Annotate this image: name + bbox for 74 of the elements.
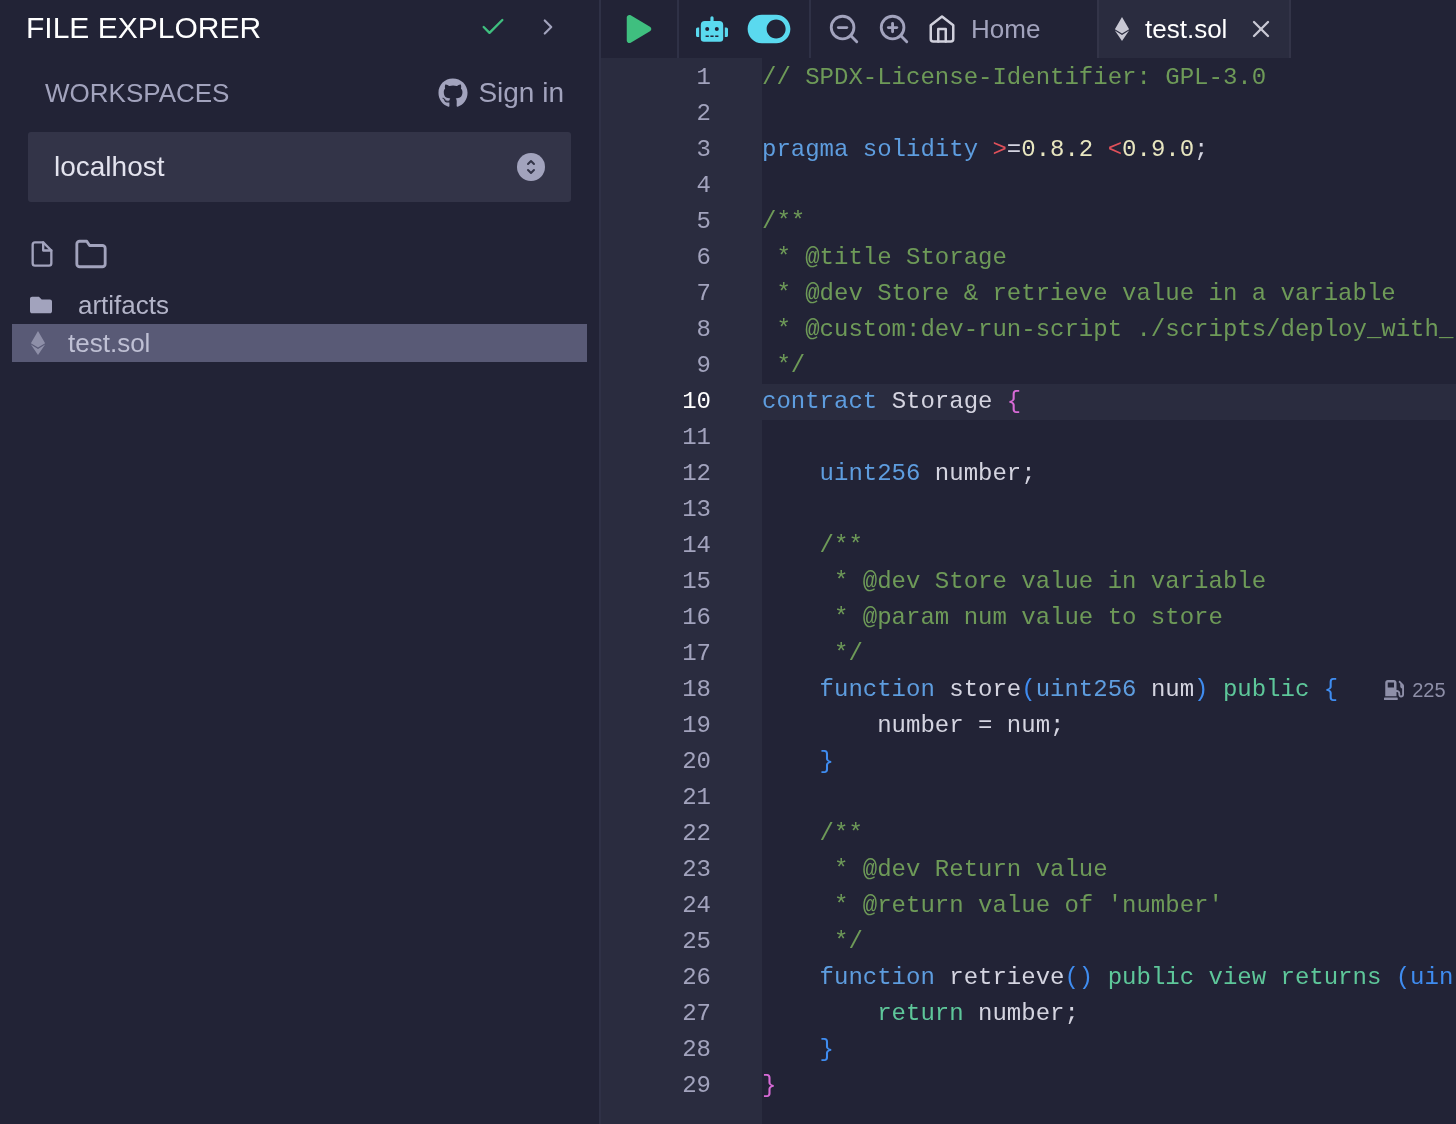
code-line: * @dev Store value in variable — [833, 567, 1267, 597]
gas-estimate: 225 — [1412, 678, 1446, 703]
sign-in-button[interactable]: Sign in — [436, 72, 564, 114]
code-line: } — [818, 1035, 834, 1065]
zoom-in-icon[interactable] — [877, 12, 911, 46]
line-number: 18 — [682, 675, 711, 705]
file-tree-item[interactable]: artifacts — [12, 286, 587, 324]
line-number: 1 — [696, 63, 711, 93]
zoom-out-icon[interactable] — [827, 12, 861, 46]
select-icon — [517, 153, 545, 181]
code-editor[interactable] — [601, 58, 1456, 1124]
line-number: 20 — [682, 747, 711, 777]
line-number: 11 — [682, 423, 711, 453]
code-line: */ — [833, 639, 863, 669]
line-number: 22 — [682, 819, 711, 849]
code-line: * @title Storage — [775, 243, 1007, 273]
file-icon — [1113, 17, 1131, 41]
workspace-select[interactable]: localhost — [28, 132, 571, 202]
line-number: 29 — [682, 1071, 711, 1101]
line-number: 23 — [682, 855, 711, 885]
line-number: 27 — [682, 999, 711, 1029]
code-line: pragma solidity >=0.8.2 <0.9.0; — [762, 135, 1209, 165]
line-number: 28 — [682, 1035, 711, 1065]
code-line: * @param num value to store — [833, 603, 1223, 633]
code-line: function retrieve() public view returns (uin — [818, 963, 1454, 993]
code-line: * @custom:dev-run-script ./scripts/deploy_with_ — [775, 315, 1454, 345]
editor-tab[interactable]: Home — [923, 0, 1097, 58]
code-line: */ — [775, 351, 806, 381]
line-number: 10 — [682, 387, 711, 417]
line-number: 6 — [696, 243, 711, 273]
file-icon — [28, 331, 48, 355]
code-line: * @dev Store & retrieve value in a variable — [775, 279, 1396, 309]
code-line: contract Storage { — [762, 387, 1022, 417]
line-number: 14 — [682, 531, 711, 561]
code-line: * @return value of 'number' — [833, 891, 1223, 921]
line-number: 3 — [696, 135, 711, 165]
line-number: 12 — [682, 459, 711, 489]
line-number: 5 — [696, 207, 711, 237]
folder-icon — [28, 294, 54, 316]
code-line: */ — [833, 927, 863, 957]
editor-tab[interactable]: test.sol — [1097, 0, 1291, 58]
line-number: 16 — [682, 603, 711, 633]
file-tree-item[interactable]: test.sol — [12, 324, 587, 362]
line-number: 2 — [696, 99, 711, 129]
line-number: 13 — [682, 495, 711, 525]
line-number: 24 — [682, 891, 711, 921]
line-number: 4 — [696, 171, 711, 201]
code-line: return number; — [876, 999, 1079, 1029]
code-line: } — [762, 1071, 777, 1101]
line-number: 26 — [682, 963, 711, 993]
home-icon — [927, 14, 957, 44]
section-label: WORKSPACES — [45, 76, 230, 110]
code-line: /** — [818, 531, 863, 561]
new-folder-icon[interactable] — [72, 237, 110, 271]
code-line: * @dev Return value — [833, 855, 1108, 885]
panel-title: FILE EXPLORER — [26, 9, 262, 46]
line-number: 19 — [682, 711, 711, 741]
gas-pump-icon — [1384, 680, 1405, 700]
code-line: uint256 number; — [818, 459, 1036, 489]
code-line: function store(uint256 num) public { — [818, 675, 1339, 705]
line-number: 21 — [682, 783, 711, 813]
line-number: 25 — [682, 927, 711, 957]
code-line: /** — [818, 819, 863, 849]
code-line: } — [818, 747, 834, 777]
line-number: 17 — [682, 639, 711, 669]
line-number: 15 — [682, 567, 711, 597]
code-line: /** — [762, 207, 806, 237]
code-line: // SPDX-License-Identifier: GPL-3.0 — [762, 63, 1267, 93]
code-line: number = num; — [876, 711, 1065, 741]
line-number: 7 — [696, 279, 711, 309]
line-number: 9 — [696, 351, 711, 381]
play-icon[interactable] — [626, 15, 652, 43]
robot-icon[interactable] — [696, 13, 728, 45]
line-number: 8 — [696, 315, 711, 345]
